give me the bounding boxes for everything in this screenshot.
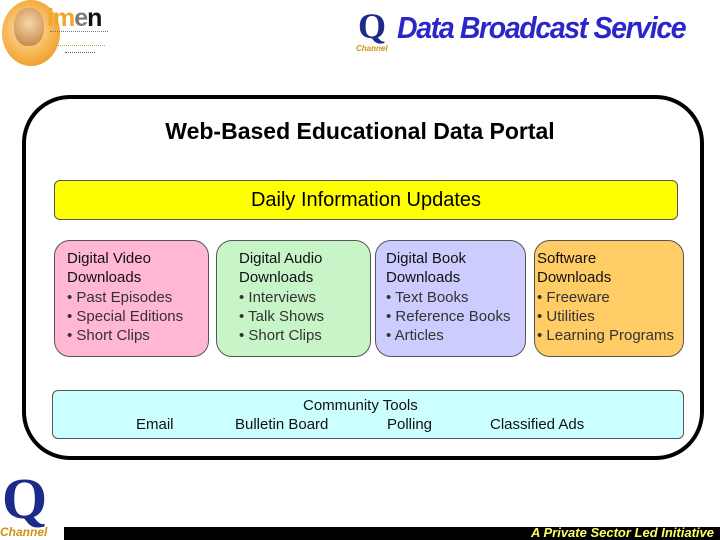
card-heading: Digital Book bbox=[386, 250, 467, 267]
card-heading: Downloads bbox=[239, 269, 314, 287]
list-item: Reference Books bbox=[386, 307, 525, 326]
list-item: Short Clips bbox=[239, 326, 370, 345]
card-heading: Digital Audio bbox=[239, 250, 323, 267]
community-item-classified-ads: Classified Ads bbox=[490, 416, 585, 433]
card-digital-video: Digital Video Downloads Past Episodes Sp… bbox=[54, 240, 209, 357]
card-list: Interviews Talk Shows Short Clips bbox=[239, 288, 370, 346]
q-channel-logo-large: Q Channel bbox=[0, 470, 56, 540]
card-digital-audio: Digital Audio Downloads Interviews Talk … bbox=[216, 240, 371, 357]
card-digital-book: Digital Book Downloads Text Books Refere… bbox=[375, 240, 526, 357]
imen-logo: imen bbox=[0, 0, 120, 70]
list-item: Interviews bbox=[239, 288, 370, 307]
imen-tagline-line bbox=[65, 52, 95, 54]
community-item-email: Email bbox=[136, 416, 174, 433]
community-tools-title: Community Tools bbox=[303, 397, 418, 414]
list-item: Articles bbox=[386, 326, 525, 345]
list-item: Text Books bbox=[386, 288, 525, 307]
imen-tagline-line bbox=[55, 45, 105, 47]
card-heading: Software bbox=[537, 250, 597, 267]
list-item: Freeware bbox=[537, 288, 683, 307]
community-item-bulletin-board: Bulletin Board bbox=[235, 416, 329, 433]
daily-updates-label: Daily Information Updates bbox=[250, 188, 482, 211]
daily-updates-bar: Daily Information Updates bbox=[54, 180, 678, 220]
card-heading: Downloads bbox=[537, 269, 612, 287]
list-item: Learning Programs bbox=[537, 326, 683, 345]
q-logo-letter: Q bbox=[2, 466, 48, 531]
footer-tagline: A Private Sector Led Initiative bbox=[530, 525, 714, 540]
footer-bar: A Private Sector Led Initiative bbox=[64, 525, 720, 540]
list-item: Short Clips bbox=[67, 326, 208, 345]
header-title: Data Broadcast Service bbox=[397, 10, 687, 45]
portal-title: Web-Based Educational Data Portal bbox=[165, 118, 555, 144]
list-item: Special Editions bbox=[67, 307, 208, 326]
q-logo-caption: Channel bbox=[0, 525, 48, 539]
list-item: Talk Shows bbox=[239, 307, 370, 326]
list-item: Utilities bbox=[537, 307, 683, 326]
community-item-polling: Polling bbox=[387, 416, 433, 433]
q-logo-caption: Channel bbox=[356, 44, 388, 53]
card-software: Software Downloads Freeware Utilities Le… bbox=[534, 240, 684, 357]
card-list: Text Books Reference Books Articles bbox=[386, 288, 525, 346]
card-heading: Downloads bbox=[386, 269, 461, 287]
list-item: Past Episodes bbox=[67, 288, 208, 307]
child-photo-icon bbox=[14, 8, 44, 46]
card-heading: Downloads bbox=[67, 269, 142, 287]
community-tools-bar: Community Tools Email Bulletin Board Pol… bbox=[52, 390, 684, 439]
q-logo-letter: Q bbox=[358, 6, 387, 46]
q-channel-logo-small: Q Channel bbox=[356, 8, 390, 54]
card-list: Freeware Utilities Learning Programs bbox=[537, 288, 683, 346]
imen-logo-text: imen bbox=[47, 4, 102, 32]
card-heading: Digital Video bbox=[67, 250, 151, 267]
imen-tagline-line bbox=[50, 31, 108, 33]
card-list: Past Episodes Special Editions Short Cli… bbox=[67, 288, 208, 346]
